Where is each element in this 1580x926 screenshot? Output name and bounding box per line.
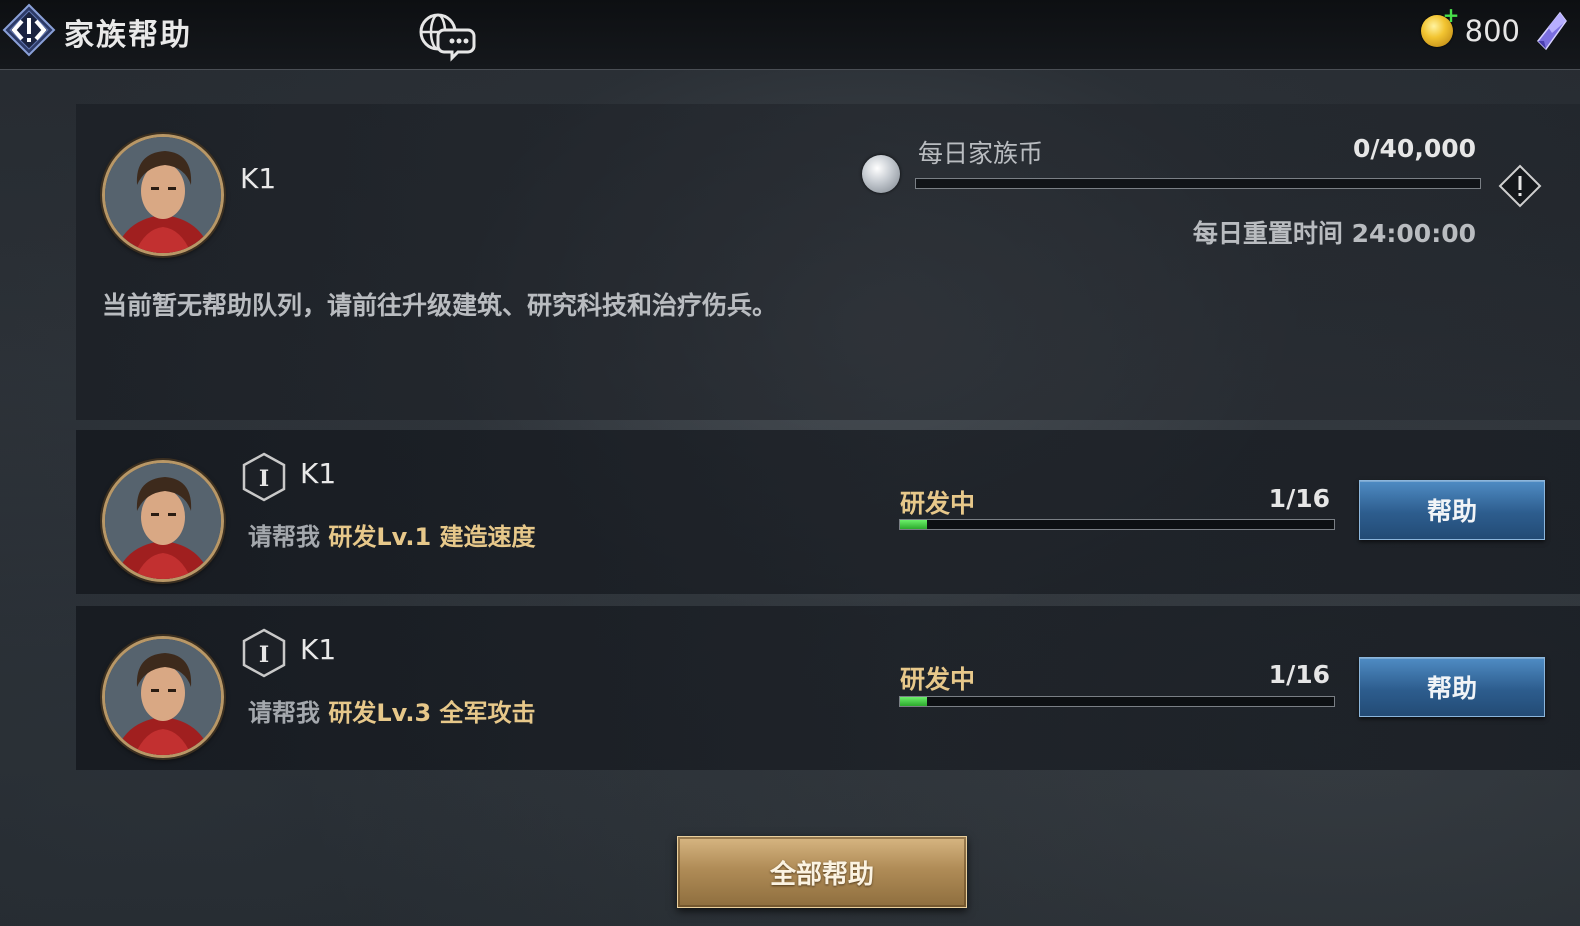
back-arrow-icon	[2, 3, 56, 57]
help-button[interactable]: 帮助	[1359, 657, 1545, 717]
info-button[interactable]	[1498, 164, 1542, 208]
info-icon	[1498, 164, 1542, 208]
help-progress-bar	[899, 519, 1335, 530]
avatar[interactable]	[102, 134, 224, 256]
player-portrait-icon	[105, 463, 221, 579]
player-name: K1	[300, 633, 337, 666]
daily-coin-count: 0/40,000	[1353, 134, 1476, 163]
request-text: 请帮我 研发Lv.1 建造速度	[248, 517, 536, 552]
request-task: 研发Lv.3 全军攻击	[328, 699, 536, 727]
avatar[interactable]	[102, 636, 224, 758]
rank-badge-icon: I	[242, 452, 286, 502]
empty-queue-message: 当前暂无帮助队列，请前往升级建筑、研究科技和治疗伤兵。	[102, 291, 778, 320]
top-bar: 家族帮助 + 800	[0, 0, 1580, 70]
daily-coin-progress-bar	[915, 178, 1481, 189]
gem-icon[interactable]	[1534, 11, 1568, 51]
rank-badge-icon: I	[242, 628, 286, 678]
request-prefix: 请帮我	[248, 699, 320, 727]
page-title: 家族帮助	[64, 18, 192, 53]
player-name: K1	[240, 162, 277, 195]
status-label: 研发中	[900, 665, 976, 694]
family-coin-icon	[862, 155, 900, 193]
player-name: K1	[300, 457, 337, 490]
status-label: 研发中	[900, 489, 976, 518]
help-count: 1/16	[1268, 484, 1330, 513]
help-all-button[interactable]: 全部帮助	[677, 836, 967, 908]
back-button[interactable]	[2, 3, 56, 57]
daily-reset-time: 每日重置时间 24:00:00	[1192, 219, 1476, 248]
currency-amount: 800	[1464, 14, 1520, 48]
request-text: 请帮我 研发Lv.3 全军攻击	[248, 693, 536, 728]
help-count: 1/16	[1268, 660, 1330, 689]
avatar[interactable]	[102, 460, 224, 582]
help-progress-fill	[900, 520, 928, 529]
help-button[interactable]: 帮助	[1359, 480, 1545, 540]
chat-button[interactable]	[416, 8, 478, 62]
help-progress-fill	[900, 697, 928, 706]
help-request-row	[76, 606, 1580, 770]
globe-chat-icon	[419, 13, 476, 62]
help-progress-bar	[899, 696, 1335, 707]
currency-display: + 800	[1420, 5, 1568, 54]
request-task: 研发Lv.1 建造速度	[328, 523, 536, 551]
add-currency-button[interactable]: +	[1443, 5, 1460, 25]
request-prefix: 请帮我	[248, 523, 320, 551]
gold-coin-icon: +	[1420, 5, 1459, 47]
daily-coin-label: 每日家族币	[918, 139, 1044, 168]
player-portrait-icon	[105, 639, 221, 755]
rank-label: I	[259, 642, 269, 668]
help-request-row	[76, 430, 1580, 594]
player-portrait-icon	[105, 137, 221, 253]
rank-label: I	[259, 466, 269, 492]
